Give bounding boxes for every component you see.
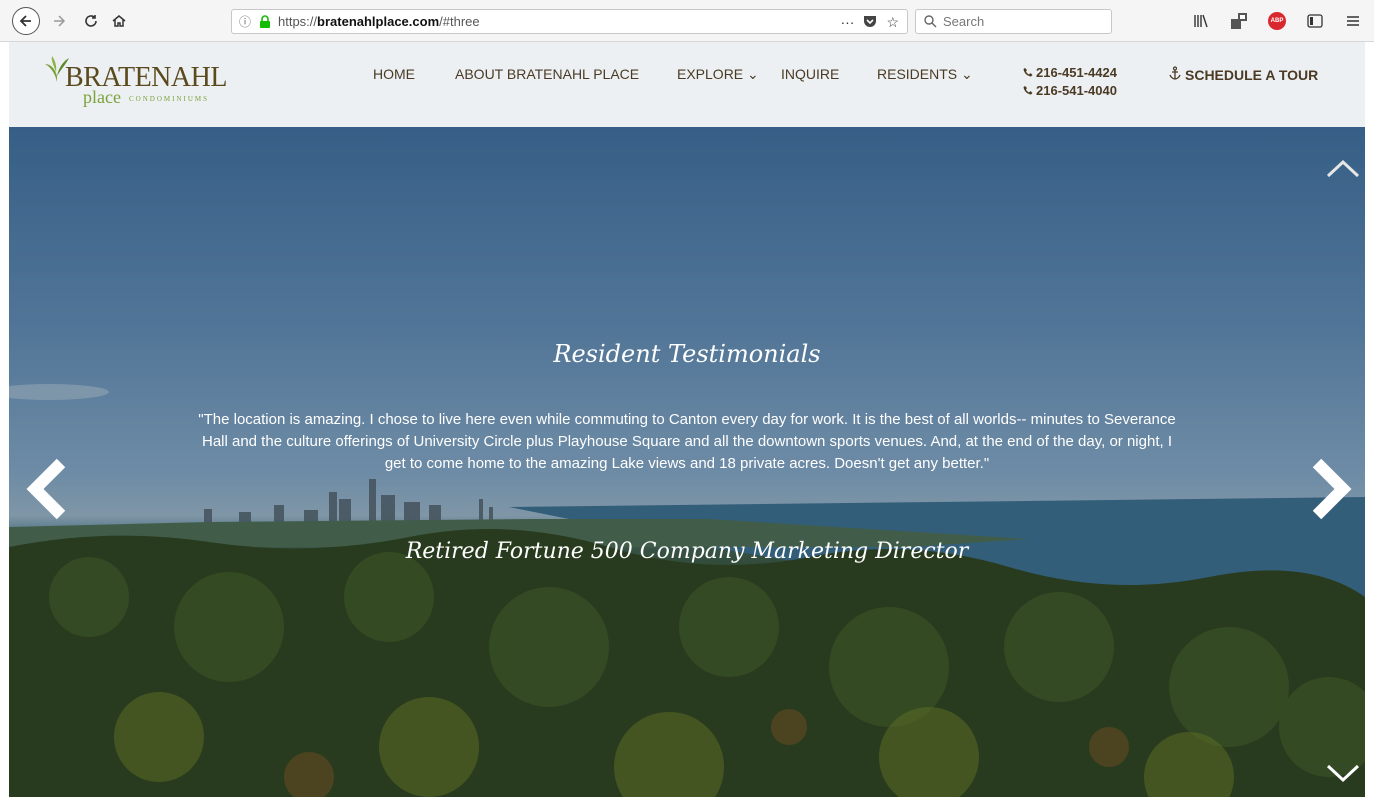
phone-icon [1023,64,1033,82]
forward-icon[interactable] [48,10,70,32]
pocket-icon[interactable] [862,13,878,32]
url-prefix: https:// [278,14,318,29]
search-icon [924,15,937,28]
phone-number-1: 216-451-4424 [1036,65,1117,80]
slider-prev-chevron-left-icon[interactable] [25,457,69,526]
search-input[interactable]: Search [915,9,1112,34]
site-header: BRATENAHL place CONDOMINIUMS HOME ABOUT … [9,42,1365,127]
schedule-tour-label: SCHEDULE A TOUR [1185,66,1319,83]
scroll-up-chevron-up-icon[interactable] [1325,157,1361,184]
site-logo[interactable]: BRATENAHL place CONDOMINIUMS [43,54,233,107]
hero-title: Resident Testimonials [553,340,821,368]
logo-sub-small-text: CONDOMINIUMS [129,95,210,103]
phone-numbers: 216-451-4424 216-541-4040 [1023,64,1117,100]
search-placeholder: Search [943,14,985,29]
extension-icon[interactable] [1228,10,1250,32]
adblock-icon[interactable]: ABP [1266,10,1288,32]
scroll-down-chevron-down-icon[interactable] [1325,763,1361,790]
phone-icon [1023,82,1033,100]
testimonial-quote: "The location is amazing. I chose to liv… [198,411,1176,472]
sidebar-icon[interactable] [1304,10,1326,32]
bookmark-star-icon[interactable]: ☆ [886,14,899,31]
phone-link-2[interactable]: 216-541-4040 [1023,82,1117,100]
address-bar[interactable]: ⓘ https:// bratenahlplace.com /#three ··… [231,9,908,34]
schedule-tour-button[interactable]: SCHEDULE A TOUR [1169,66,1318,83]
reload-icon[interactable] [80,10,102,32]
slider-next-chevron-right-icon[interactable] [1309,457,1353,526]
nav-residents[interactable]: RESIDENTS ⌄ [877,66,973,83]
nav-explore[interactable]: EXPLORE ⌄ [677,66,759,83]
page-actions-icon[interactable]: ··· [840,14,854,30]
lock-icon [256,15,274,28]
anchor-icon [1169,66,1181,83]
menu-icon[interactable] [1342,10,1364,32]
nav-inquire[interactable]: INQUIRE [781,66,839,82]
nav-about[interactable]: ABOUT BRATENAHL PLACE [455,66,639,82]
logo-sub-text: place [83,87,121,107]
phone-number-2: 216-541-4040 [1036,83,1117,98]
hero-slider: Resident Testimonials "The location is a… [9,127,1365,797]
url-host: bratenahlplace.com [317,14,440,29]
home-icon[interactable] [108,10,130,32]
testimonial-author: Retired Fortune 500 Company Marketing Di… [405,539,969,564]
back-icon[interactable] [12,7,40,35]
nav-home[interactable]: HOME [373,66,415,82]
url-path: /#three [439,14,480,29]
info-icon[interactable]: ⓘ [234,13,256,30]
library-icon[interactable] [1190,10,1212,32]
browser-toolbar: ⓘ https:// bratenahlplace.com /#three ··… [0,0,1374,42]
phone-link-1[interactable]: 216-451-4424 [1023,64,1117,82]
